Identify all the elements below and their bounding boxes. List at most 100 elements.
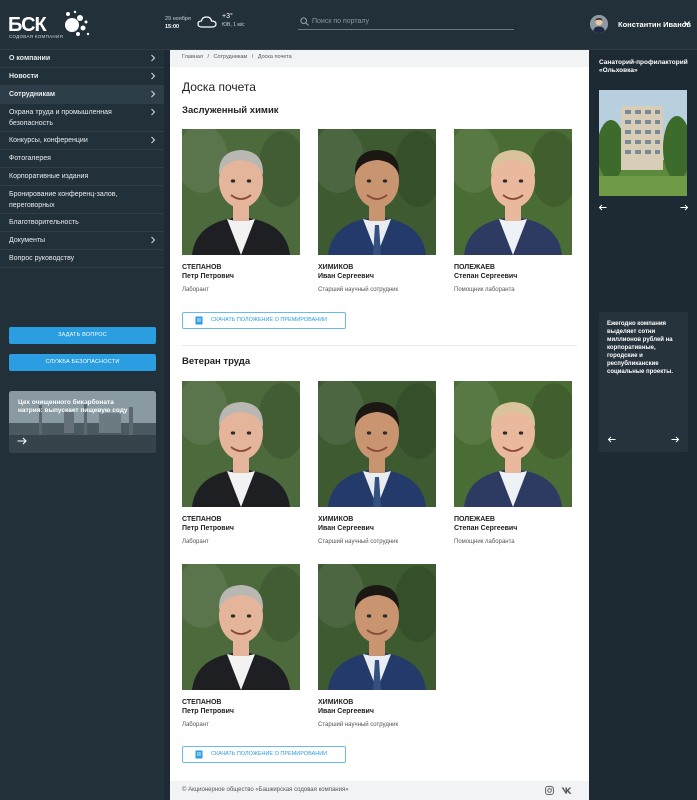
employee-surname: ХИМИКОВ <box>318 264 354 271</box>
weather: +3° ЮВ, 1 м/с <box>222 12 245 30</box>
arrow-right-icon[interactable] <box>680 204 688 211</box>
portrait-illustration <box>182 381 300 507</box>
employee-name: Иван Сергеевич <box>318 525 374 532</box>
info-text: Ежегодно компания выделяет сотни миллион… <box>607 321 673 375</box>
breadcrumb-staff[interactable]: Сотрудникам <box>214 54 248 60</box>
promo-card[interactable]: Цех очищенного бикарбоната натрия: выпус… <box>9 391 156 453</box>
employee-name: Степан Сергеевич <box>454 273 518 280</box>
portrait-illustration <box>318 381 436 507</box>
company-logo[interactable]: БСК СОДОВАЯ КОМПАНИЯ <box>8 8 90 42</box>
arrow-left-icon[interactable] <box>599 204 607 211</box>
sidebar-item-label: Сотрудникам <box>9 91 56 98</box>
employee-surname: СТЕПАНОВ <box>182 516 222 523</box>
arrow-right-icon[interactable] <box>17 437 27 445</box>
sanatorium-building-illustration <box>599 90 687 196</box>
employee-photo[interactable] <box>182 564 300 690</box>
portrait-illustration <box>318 564 436 690</box>
top-bar: БСК СОДОВАЯ КОМПАНИЯ 29 ноября 15:00 +3°… <box>0 0 697 50</box>
logo-subtitle: СОДОВАЯ КОМПАНИЯ <box>9 34 64 39</box>
sidebar-item-label: Новости <box>9 73 39 80</box>
chevron-right-icon[interactable] <box>150 236 156 244</box>
sidebar-item-label: Корпоративные издания <box>9 173 89 180</box>
employee-card[interactable]: ХИМИКОВ Иван Сергеевич Старший научный с… <box>318 381 436 545</box>
sanatorium-title[interactable]: Санаторий-профилакторий «Ольховка» <box>599 59 689 75</box>
document-icon <box>195 750 203 759</box>
sidebar-item-label: Бронирование конференц-залов, переговорн… <box>9 191 118 209</box>
info-card: Ежегодно компания выделяет сотни миллион… <box>599 312 688 452</box>
copyright: © Акционерное общество «Башкирская содов… <box>182 787 349 793</box>
employee-photo[interactable] <box>182 129 300 255</box>
wind: ЮВ, 1 м/с <box>222 22 245 28</box>
chevron-right-icon[interactable] <box>150 54 156 62</box>
employee-role: Лаборант <box>182 287 209 293</box>
sidebar-item[interactable]: Документы <box>0 232 164 250</box>
employee-photo[interactable] <box>454 129 572 255</box>
employee-name: Петр Петрович <box>182 708 234 715</box>
vk-icon[interactable] <box>561 786 572 795</box>
instagram-icon[interactable] <box>545 786 554 795</box>
employee-card[interactable]: СТЕПАНОВ Петр Петрович Лаборант <box>182 381 300 545</box>
employee-role: Лаборант <box>182 539 209 545</box>
download-regulation-button[interactable]: Скачать положение о премировании <box>182 312 346 329</box>
employee-card[interactable]: ПОЛЕЖАЕВ Степан Сергеевич Помощник лабор… <box>454 381 572 545</box>
sidebar-item[interactable]: Конкурсы, конференции <box>0 132 164 150</box>
employee-card[interactable]: ХИМИКОВ Иван Сергеевич Старший научный с… <box>318 129 436 293</box>
section-title: Заслуженный химик <box>182 105 279 116</box>
portrait-illustration <box>318 129 436 255</box>
employee-role: Помощник лаборанта <box>454 287 515 293</box>
sidebar-item-label: Охрана труда и промышленная безопасность <box>9 109 112 127</box>
footer: © Акционерное общество «Башкирская содов… <box>170 781 589 800</box>
employee-photo[interactable] <box>454 381 572 507</box>
arrow-right-icon[interactable] <box>671 436 679 443</box>
employee-photo[interactable] <box>182 381 300 507</box>
sidebar-item[interactable]: Вопрос руководству <box>0 250 164 268</box>
sidebar-item[interactable]: Охрана труда и промышленная безопасность <box>0 104 164 132</box>
chevron-right-icon[interactable] <box>150 108 156 116</box>
employee-card[interactable]: СТЕПАНОВ Петр Петрович Лаборант <box>182 129 300 293</box>
user-name[interactable]: Константин Иванов <box>618 20 691 29</box>
arrow-left-icon[interactable] <box>608 436 616 443</box>
sidebar-item[interactable]: Бронирование конференц-залов, переговорн… <box>0 186 164 214</box>
sidebar-item-label: Документы <box>9 237 46 244</box>
employee-role: Старший научный сотрудник <box>318 287 399 293</box>
chevron-right-icon[interactable] <box>150 136 156 144</box>
portrait-illustration <box>454 381 572 507</box>
ask-question-button[interactable]: Задать вопрос <box>9 327 156 344</box>
employee-photo[interactable] <box>318 564 436 690</box>
avatar[interactable] <box>590 15 608 33</box>
breadcrumb: Главная / Сотрудникам / Доска почета <box>170 50 589 67</box>
employee-surname: ПОЛЕЖАЕВ <box>454 516 495 523</box>
employee-photo[interactable] <box>318 381 436 507</box>
sanatorium-image[interactable] <box>599 90 687 196</box>
sidebar-item[interactable]: Фотогалерея <box>0 150 164 168</box>
employee-card[interactable]: ПОЛЕЖАЕВ Степан Сергеевич Помощник лабор… <box>454 129 572 293</box>
sidebar-item-label: О компании <box>9 55 51 62</box>
sidebar-item[interactable]: Корпоративные издания <box>0 168 164 186</box>
search-input[interactable] <box>312 15 507 28</box>
security-service-button[interactable]: Служба безопасности <box>9 354 156 371</box>
employee-surname: ПОЛЕЖАЕВ <box>454 264 495 271</box>
logo-splash-icon <box>65 10 90 36</box>
search-bar <box>298 14 514 30</box>
employee-surname: СТЕПАНОВ <box>182 264 222 271</box>
sidebar-item[interactable]: Новости <box>0 68 164 86</box>
breadcrumb-home[interactable]: Главная <box>182 54 203 60</box>
sidebar-item[interactable]: Благотворительность <box>0 214 164 232</box>
breadcrumb-separator: / <box>251 54 254 60</box>
employee-card[interactable]: СТЕПАНОВ Петр Петрович Лаборант <box>182 564 300 728</box>
download-regulation-button[interactable]: Скачать положение о премировании <box>182 746 346 763</box>
sidebar-item[interactable]: Сотрудникам <box>0 86 164 104</box>
search-icon[interactable] <box>300 17 309 26</box>
employee-photo[interactable] <box>318 129 436 255</box>
portrait-illustration <box>182 129 300 255</box>
employee-card[interactable]: ХИМИКОВ Иван Сергеевич Старший научный с… <box>318 564 436 728</box>
chevron-right-icon[interactable] <box>150 90 156 98</box>
chevron-down-icon[interactable] <box>683 19 691 27</box>
temperature: +3° <box>222 13 233 20</box>
chevron-right-icon[interactable] <box>150 72 156 80</box>
employee-name: Иван Сергеевич <box>318 708 374 715</box>
section-title: Ветеран труда <box>182 356 251 367</box>
employee-surname: ХИМИКОВ <box>318 699 354 706</box>
sidebar-item[interactable]: О компании <box>0 50 164 68</box>
sidebar-item-label: Вопрос руководству <box>9 255 75 262</box>
